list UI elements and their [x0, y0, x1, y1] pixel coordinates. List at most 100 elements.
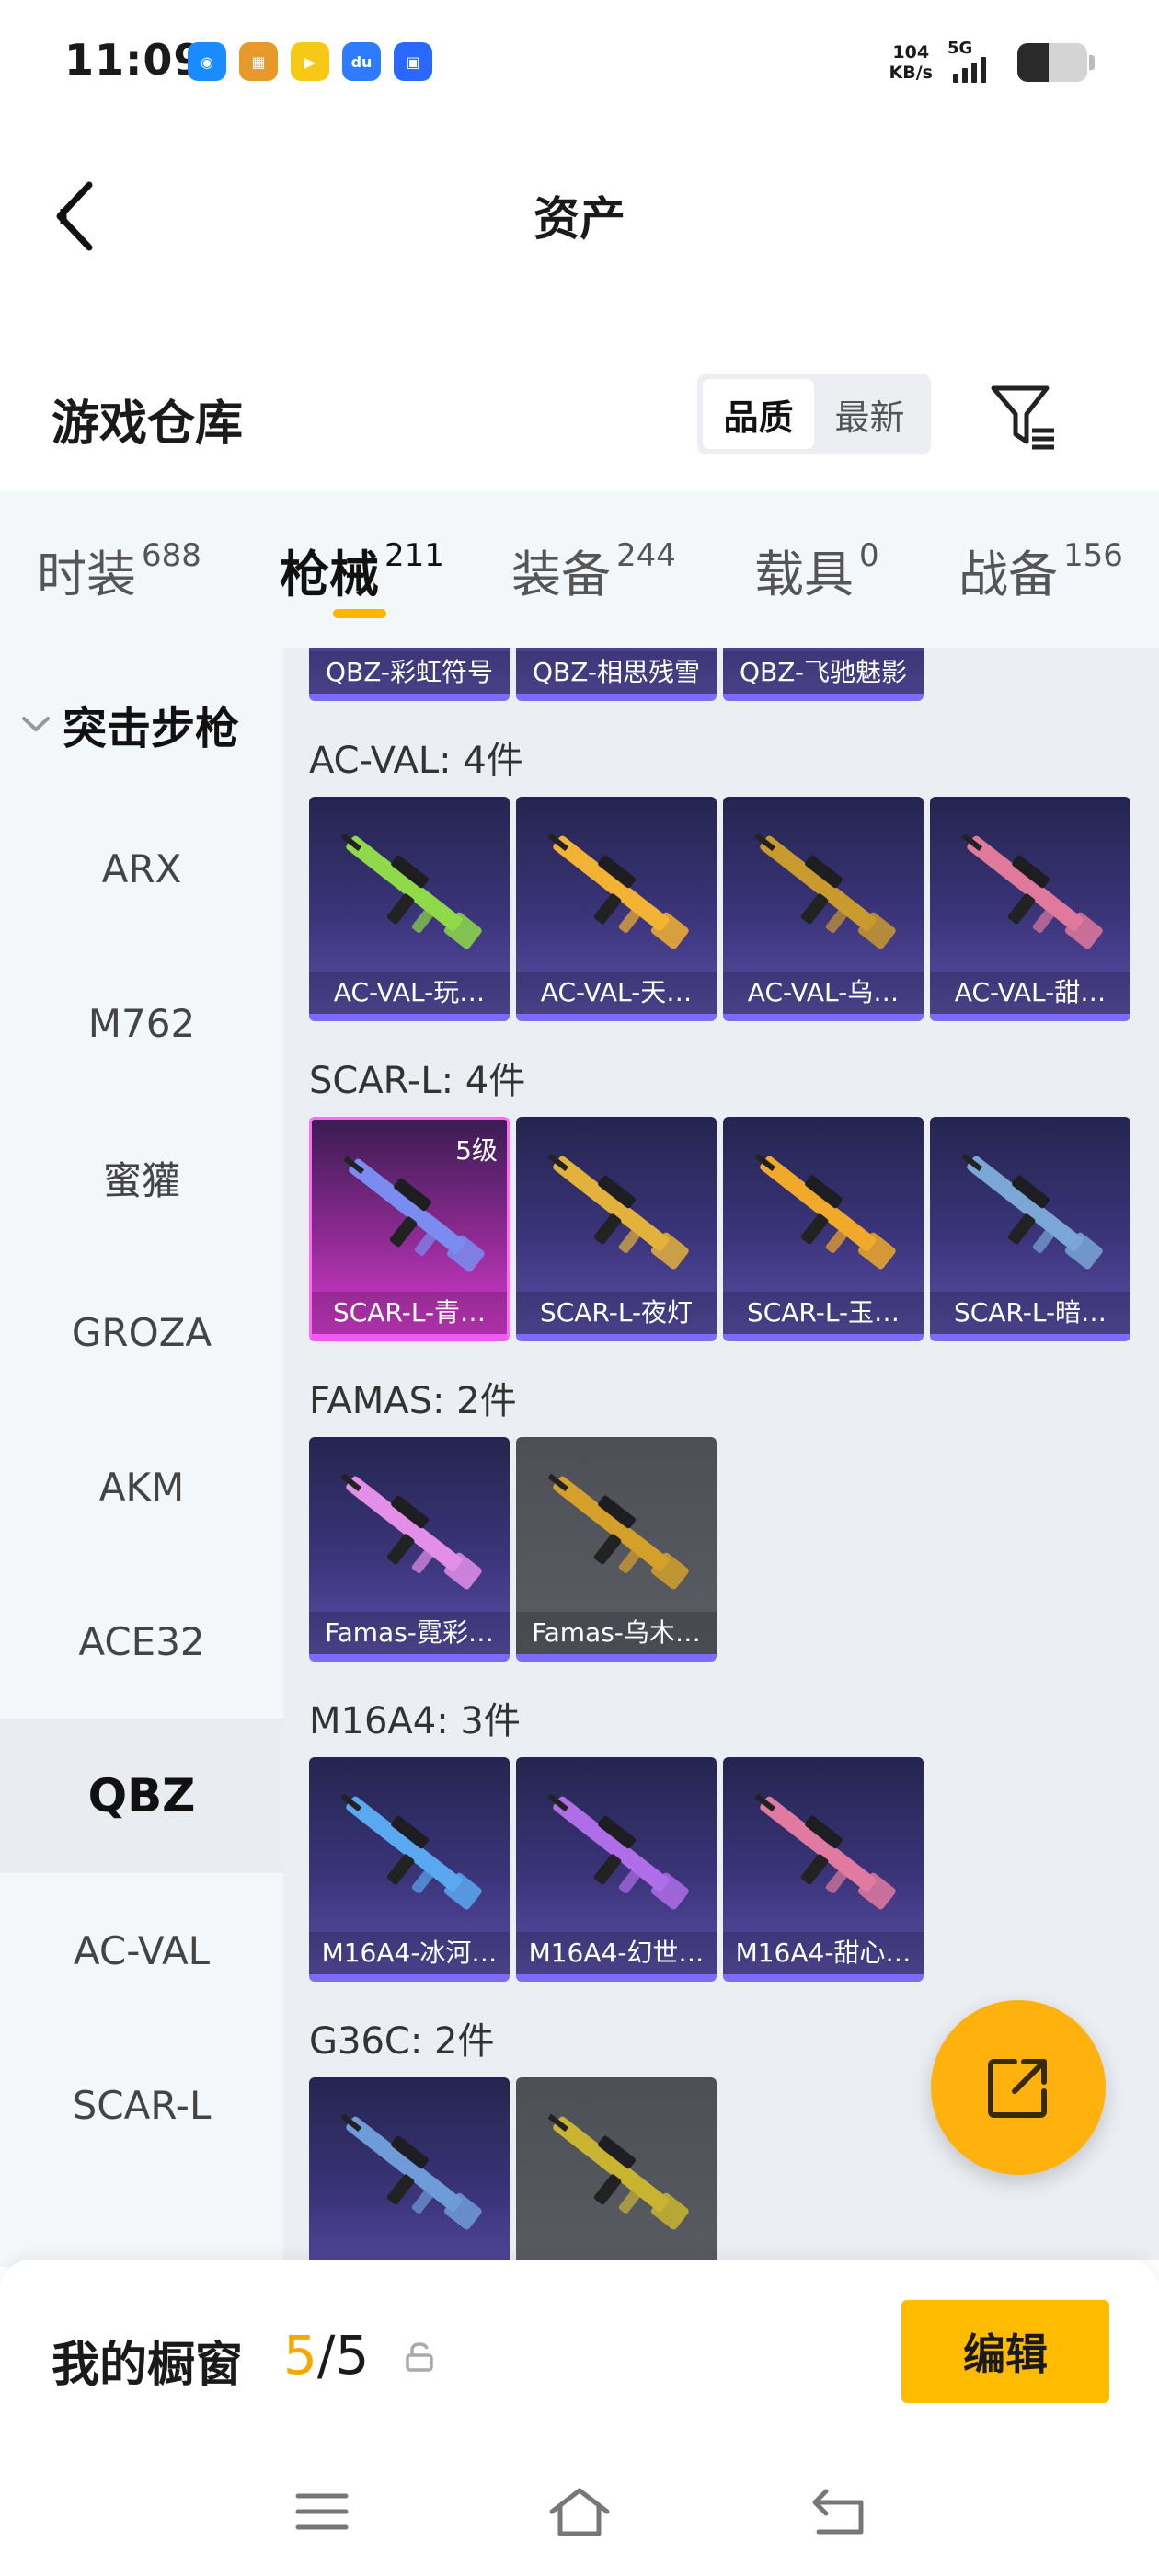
weapon-group-title: SCAR-L: 4件 [309, 1060, 526, 1102]
rifle-icon [754, 833, 896, 949]
weapon-skin-card[interactable]: SCAR-L-玉… [723, 1117, 924, 1341]
weapon-skin-name: M16A4-冰河… [309, 1932, 510, 1974]
tab-supplies[interactable]: 战备 156 [958, 534, 1123, 606]
sidebar-item-label: ARX [101, 845, 182, 891]
weapon-skin-card[interactable] [309, 2077, 510, 2260]
weapon-skin-name: SCAR-L-青… [312, 1292, 507, 1334]
filter-button[interactable] [988, 381, 1061, 454]
menu-nav-button[interactable] [285, 2477, 359, 2547]
status-app-icons: ◉ ▦ ▶ du ▣ [188, 42, 432, 81]
sidebar-item-groza[interactable]: GROZA [0, 1255, 283, 1409]
battery-tip [1089, 55, 1095, 70]
sidebar-item-label: ACE32 [78, 1618, 205, 1664]
tab-vehicles[interactable]: 载具 0 [754, 534, 879, 606]
sidebar-item-qbz[interactable]: QBZ [0, 1719, 283, 1873]
sidebar-item-m762[interactable]: M762 [0, 946, 283, 1100]
tab-equipment[interactable]: 装备 244 [511, 534, 676, 606]
sort-by-quality-button[interactable]: 品质 [703, 379, 814, 449]
showcase-title: 我的橱窗 [52, 2338, 244, 2393]
tab-label: 战备 [958, 546, 1058, 604]
share-button[interactable] [931, 2000, 1106, 2175]
game-app-icon: ▦ [239, 42, 278, 81]
rifle-icon [961, 833, 1103, 949]
tab-fashion[interactable]: 时装 688 [37, 534, 201, 606]
weapon-skin-card[interactable]: AC-VAL-甜… [930, 797, 1130, 1021]
sidebar-item-label: QBZ [87, 1769, 196, 1823]
home-nav-button[interactable] [543, 2477, 616, 2547]
rifle-icon [340, 1473, 482, 1590]
back-nav-button[interactable] [802, 2477, 876, 2547]
weapon-skin-card[interactable]: Famas-乌木… [516, 1437, 717, 1662]
browser-app-icon: ◉ [188, 42, 226, 81]
share-icon [988, 2059, 1047, 2118]
weapon-skin-card[interactable]: SCAR-L-暗… [930, 1117, 1130, 1341]
skin-level-badge: 5级 [455, 1135, 498, 1166]
signal-icon: 5G [946, 39, 1004, 85]
sidebar-group-label: 突击步枪 [63, 703, 240, 754]
weapon-skin-card[interactable] [516, 2077, 717, 2260]
weapon-skin-card[interactable]: Famas-霓彩… [309, 1437, 510, 1662]
tab-firearms[interactable]: 枪械 211 [280, 534, 444, 606]
showcase-bar: 我的橱窗 5/5 编辑 [0, 2260, 1159, 2444]
system-nav-bar [0, 2444, 1159, 2576]
edit-showcase-button[interactable]: 编辑 [901, 2300, 1109, 2403]
app-header: 资产 [0, 129, 1159, 294]
weapon-skin-card[interactable]: 5级 SCAR-L-青… [309, 1117, 510, 1341]
sidebar-item-蜜獾[interactable]: 蜜獾 [0, 1100, 283, 1255]
weapon-skin-name: SCAR-L-暗… [930, 1292, 1130, 1334]
showcase-total-count: 5 [335, 2324, 370, 2386]
network-speed-unit: KB/s [889, 63, 933, 83]
rifle-icon [340, 2113, 482, 2230]
sidebar-item-ac-val[interactable]: AC-VAL [0, 1873, 283, 2028]
weapon-skin-name: QBZ-飞驰魅影 [723, 651, 924, 694]
weapon-skin-card[interactable]: QBZ-飞驰魅影 [723, 648, 924, 701]
tab-count: 688 [142, 537, 201, 574]
weapon-skin-card[interactable]: M16A4-冰河… [309, 1757, 510, 1982]
weapon-skin-card[interactable]: QBZ-彩虹符号 [309, 648, 510, 701]
warehouse-title: 游戏仓库 [52, 397, 244, 452]
weapon-group-title: G36C: 2件 [309, 2020, 495, 2063]
rifle-icon [340, 833, 482, 949]
weapon-group-title: AC-VAL: 4件 [309, 740, 523, 782]
du-app-icon: du [342, 42, 381, 81]
rifle-icon [547, 1153, 689, 1270]
weapon-skin-name: M16A4-甜心… [723, 1932, 924, 1974]
chat-app-icon: ▣ [394, 42, 432, 81]
showcase-count-separator: / [316, 2324, 336, 2386]
battery-level-fill [1017, 43, 1050, 82]
weapon-skin-name: SCAR-L-夜灯 [516, 1292, 717, 1334]
weapon-skin-card[interactable]: SCAR-L-夜灯 [516, 1117, 717, 1341]
return-icon [812, 2489, 864, 2535]
weapon-skin-card[interactable]: M16A4-幻世… [516, 1757, 717, 1982]
weapon-skin-card[interactable]: M16A4-甜心… [723, 1757, 924, 1982]
sidebar-item-label: AKM [98, 1464, 185, 1510]
tab-count: 244 [616, 537, 676, 574]
sidebar-item-arx[interactable]: ARX [0, 791, 283, 946]
showcase-used-count: 5 [283, 2324, 317, 2386]
tab-label: 时装 [37, 546, 136, 604]
sidebar-item-label: AC-VAL [73, 1927, 211, 1973]
rifle-icon [547, 1793, 689, 1910]
sidebar-item-akm[interactable]: AKM [0, 1409, 283, 1564]
weapon-group-title: M16A4: 3件 [309, 1700, 521, 1742]
sidebar-group-header[interactable]: 突击步枪 [20, 692, 239, 756]
sort-by-newest-button[interactable]: 最新 [814, 379, 925, 449]
weapon-skin-card[interactable]: QBZ-相思残雪 [516, 648, 717, 701]
sidebar-item-scar-l[interactable]: SCAR-L [0, 2028, 283, 2182]
status-bar: 11:09 ◉ ▦ ▶ du ▣ 104 KB/s 5G [0, 0, 1159, 129]
weapon-skin-name: AC-VAL-甜… [930, 972, 1130, 1014]
sort-toggle: 品质 最新 [697, 374, 931, 454]
sidebar-item-label: 蜜獾 [102, 1157, 180, 1203]
active-tab-indicator [333, 609, 386, 618]
weapon-skin-card[interactable]: AC-VAL-乌… [723, 797, 924, 1021]
weapon-skin-card[interactable]: AC-VAL-天… [516, 797, 717, 1021]
battery-icon [1017, 43, 1087, 82]
weapon-skin-name: SCAR-L-玉… [723, 1292, 924, 1334]
weapon-skin-name: AC-VAL-天… [516, 972, 717, 1014]
weapon-skin-name: M16A4-幻世… [516, 1932, 717, 1974]
weapon-skin-name: QBZ-彩虹符号 [309, 651, 510, 694]
status-time: 11:09 [64, 35, 204, 85]
weapon-skin-card[interactable]: AC-VAL-玩… [309, 797, 510, 1021]
home-icon [549, 2488, 610, 2536]
sidebar-item-ace32[interactable]: ACE32 [0, 1564, 283, 1719]
